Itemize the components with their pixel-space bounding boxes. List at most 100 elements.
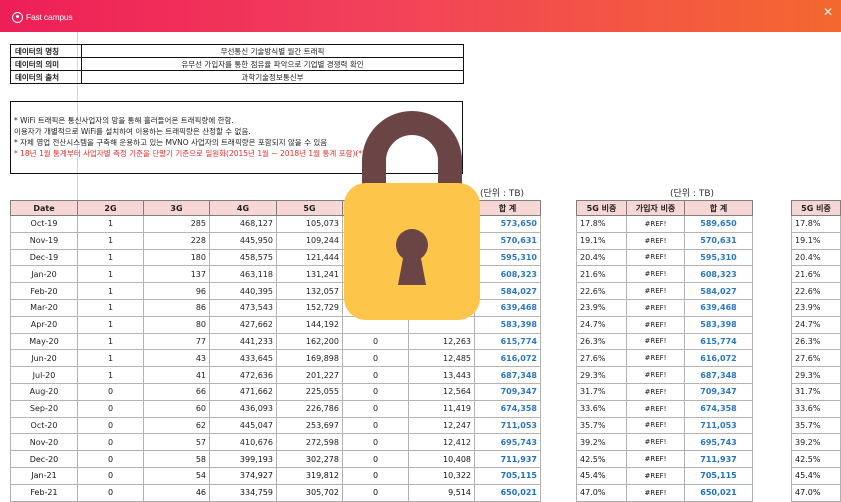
table-cell: 436,093	[209, 399, 277, 418]
table-cell: 471,662	[209, 382, 277, 401]
info-key: 데이터의 출처	[10, 70, 82, 84]
table-cell: 162,200	[276, 332, 343, 351]
table-cell: 441,233	[209, 332, 277, 351]
table-cell: Apr-20	[10, 315, 78, 334]
table-cell: 228	[143, 231, 210, 250]
table-cell: 1	[77, 248, 144, 267]
table-cell: 29.3%	[576, 366, 627, 384]
table-cell: 1	[77, 298, 144, 317]
table-row: 31.7% #REF! 709,347	[576, 382, 753, 401]
table-cell: 608,323	[474, 265, 541, 284]
table-row: Aug-20 0 66 471,662 225,055 0 12,564 709,347	[10, 382, 541, 401]
table-cell: 0	[342, 399, 409, 418]
table-cell: 201,227	[276, 366, 343, 384]
table-row: 29.3% #REF! 687,348	[576, 366, 753, 384]
table-row: 35.7%	[791, 416, 841, 435]
table-cell: #REF!	[626, 265, 685, 284]
table-cell: 615,774	[474, 332, 541, 351]
column-header: 5G	[276, 200, 343, 216]
table-cell: 12,412	[408, 433, 475, 452]
table-cell: 0	[77, 382, 144, 401]
table-cell: Oct-20	[10, 416, 78, 435]
table-cell: 410,676	[209, 433, 277, 452]
table-cell: 573,650	[474, 215, 541, 233]
table-cell: 19.1%	[576, 231, 627, 250]
table-cell: #REF!	[626, 483, 685, 502]
table-cell: 650,021	[684, 483, 753, 502]
table-cell: 0	[342, 466, 409, 485]
table-row: 20.4%	[791, 248, 841, 267]
table-cell: 472,636	[209, 366, 277, 384]
table-cell: 17.8%	[576, 215, 627, 233]
table-row: 42.5% #REF! 711,937	[576, 450, 753, 468]
table-cell: Feb-21	[10, 483, 78, 502]
table-cell: 22.6%	[576, 282, 627, 300]
table-cell: 1	[77, 332, 144, 351]
table-cell: 695,743	[684, 433, 753, 452]
table-cell: Nov-19	[10, 231, 78, 250]
table-cell: #REF!	[626, 349, 685, 368]
table-cell: 20.4%	[791, 248, 841, 267]
table-cell: 695,743	[474, 433, 541, 452]
brand-name: Fast campus	[26, 12, 73, 22]
table-row: 33.6% #REF! 674,358	[576, 399, 753, 418]
table-cell: 0	[342, 483, 409, 502]
table-row: 33.6%	[791, 399, 841, 418]
table-cell: 26.3%	[576, 332, 627, 351]
table-cell: 23.9%	[576, 298, 627, 317]
table-cell: 468,127	[209, 215, 277, 233]
table-row: 45.4% #REF! 705,115	[576, 466, 753, 485]
table-cell: 29.3%	[791, 366, 841, 384]
table-cell: 302,278	[276, 450, 343, 468]
table-cell: 0	[342, 382, 409, 401]
unit-label: (단위 : TB)	[480, 189, 525, 199]
table-cell: 26.3%	[791, 332, 841, 351]
table-cell: #REF!	[626, 366, 685, 384]
table-row: Feb-21 0 46 334,759 305,702 0 9,514 650,021	[10, 483, 541, 502]
table-cell: 0	[342, 433, 409, 452]
table-cell: 19.1%	[791, 231, 841, 250]
column-header: 3G	[143, 200, 210, 216]
info-key: 데이터의 명칭	[10, 44, 82, 58]
table-cell: 1	[77, 315, 144, 334]
table-cell: 17.8%	[791, 215, 841, 233]
table-cell: 57	[143, 433, 210, 452]
table-cell: 616,072	[684, 349, 753, 368]
close-icon[interactable]: ✕	[823, 5, 833, 19]
table-row: Jan-21 0 54 374,927 319,812 0 10,322 705,115	[10, 466, 541, 485]
table-cell: 13,443	[408, 366, 475, 384]
table-cell: 58	[143, 450, 210, 468]
table-cell: 473,543	[209, 298, 277, 317]
table-cell: 46	[143, 483, 210, 502]
table-row: 31.7%	[791, 382, 841, 401]
share-table: 5G 비중 가입자 비중 합 계 17.8% #REF! 589,650 19.1% #RE…	[576, 200, 753, 502]
table-cell: 41	[143, 366, 210, 384]
table-cell: 570,631	[474, 231, 541, 250]
table-cell: 0	[77, 466, 144, 485]
table-row: 22.6%	[791, 282, 841, 300]
table-cell: 639,468	[474, 298, 541, 317]
table-cell: 687,348	[474, 366, 541, 384]
table-cell: #REF!	[626, 466, 685, 485]
table-cell: 12,263	[408, 332, 475, 351]
table-cell: 1	[77, 366, 144, 384]
table-cell: 711,053	[684, 416, 753, 435]
table-cell: 1	[77, 349, 144, 368]
table-row: Oct-20 0 62 445,047 253,697 0 12,247 711,053	[10, 416, 541, 435]
table-cell: 86	[143, 298, 210, 317]
table-cell: #REF!	[626, 315, 685, 334]
table-cell: 31.7%	[576, 382, 627, 401]
table-row: 23.9% #REF! 639,468	[576, 298, 753, 317]
table-row: May-20 1 77 441,233 162,200 0 12,263 615,774	[10, 332, 541, 351]
table-cell: #REF!	[626, 450, 685, 468]
table-cell: 427,662	[209, 315, 277, 334]
table-cell: 21.6%	[576, 265, 627, 284]
share-table-partial: 5G 비중 17.8% 19.1% 20.4% 21.6% 22.6% 23.9% 24.7…	[791, 200, 841, 502]
table-cell: Jan-21	[10, 466, 78, 485]
table-cell: 180	[143, 248, 210, 267]
table-cell: 0	[77, 433, 144, 452]
table-header-row: 5G 비중 가입자 비중 합 계	[576, 200, 753, 216]
table-cell: Dec-19	[10, 248, 78, 267]
table-cell: 1	[77, 215, 144, 233]
table-cell: 440,395	[209, 282, 277, 300]
